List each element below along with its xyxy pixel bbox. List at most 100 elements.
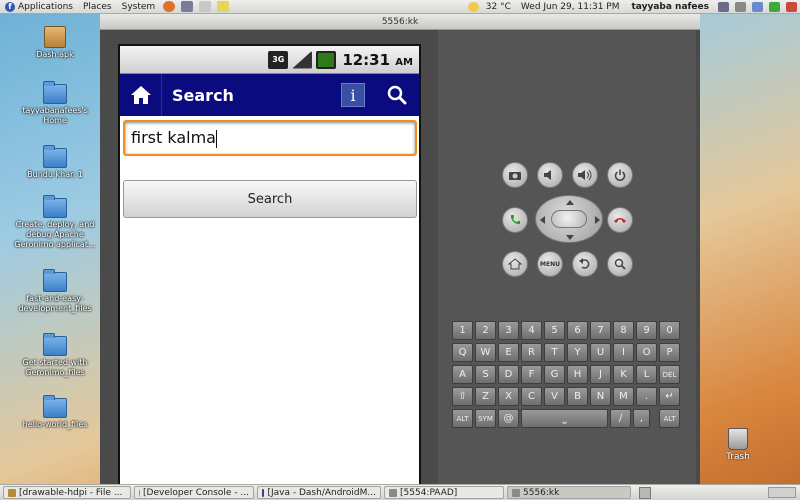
info-button[interactable]: i bbox=[341, 83, 365, 107]
key-v[interactable]: V bbox=[544, 387, 565, 406]
desktop-icon-geronimo[interactable]: Create, deploy, and debug Apache Geronim… bbox=[10, 195, 100, 250]
desktop-icon-hello-world[interactable]: hello-world_files bbox=[10, 395, 100, 430]
search-action-button[interactable] bbox=[385, 83, 409, 107]
key-c[interactable]: C bbox=[521, 387, 542, 406]
desktop-icon-fast-and-easy[interactable]: fast-and-easy-development_files bbox=[10, 269, 100, 314]
key-9[interactable]: 9 bbox=[636, 321, 657, 340]
key-p[interactable]: P bbox=[659, 343, 680, 362]
volume-icon[interactable] bbox=[735, 2, 746, 12]
key-s[interactable]: S bbox=[475, 365, 496, 384]
battery-icon[interactable] bbox=[769, 2, 780, 12]
package-icon bbox=[44, 26, 66, 48]
menu-button[interactable]: MENU bbox=[537, 251, 563, 277]
workspace-switcher[interactable] bbox=[768, 487, 796, 498]
key-f[interactable]: F bbox=[521, 365, 542, 384]
desktop-icon-dash-apk[interactable]: Dash.apk bbox=[10, 26, 100, 60]
power-icon[interactable] bbox=[786, 2, 797, 12]
desktop-icon-get-started[interactable]: Get started with Geronimo_files bbox=[10, 333, 100, 378]
key-n[interactable]: N bbox=[590, 387, 611, 406]
mail-launcher-icon[interactable] bbox=[181, 1, 194, 12]
user-name[interactable]: tayyaba nafees bbox=[625, 2, 715, 12]
key-[interactable]: @ bbox=[498, 409, 519, 428]
taskbar-item-label: [Developer Console - ... bbox=[143, 487, 249, 498]
key-[interactable]: / bbox=[610, 409, 631, 428]
home-button[interactable] bbox=[120, 74, 162, 116]
key-8[interactable]: 8 bbox=[613, 321, 634, 340]
key-m[interactable]: M bbox=[613, 387, 634, 406]
taskbar-item-developer-console[interactable]: [Developer Console - ... bbox=[134, 486, 254, 499]
places-menu[interactable]: Places bbox=[78, 0, 117, 14]
key-h[interactable]: H bbox=[567, 365, 588, 384]
firefox-launcher-icon[interactable] bbox=[163, 1, 176, 12]
key-7[interactable]: 7 bbox=[590, 321, 611, 340]
space-key[interactable]: ⎵ bbox=[521, 409, 608, 428]
desktop-icon-home[interactable]: tayyabanafees's Home bbox=[10, 81, 100, 126]
key-l[interactable]: L bbox=[636, 365, 657, 384]
desktop-icon-label: Dash.apk bbox=[36, 50, 74, 59]
home-hw-button[interactable] bbox=[502, 251, 528, 277]
key-i[interactable]: I bbox=[613, 343, 634, 362]
enter-key-icon[interactable]: ↵ bbox=[659, 387, 680, 406]
key-2[interactable]: 2 bbox=[475, 321, 496, 340]
key-3[interactable]: 3 bbox=[498, 321, 519, 340]
bluetooth-icon[interactable] bbox=[752, 2, 763, 12]
key-[interactable]: . bbox=[636, 387, 657, 406]
key-y[interactable]: Y bbox=[567, 343, 588, 362]
key-j[interactable]: J bbox=[590, 365, 611, 384]
key-g[interactable]: G bbox=[544, 365, 565, 384]
call-button[interactable] bbox=[502, 207, 528, 233]
power-button[interactable] bbox=[607, 162, 633, 188]
taskbar-item-eclipse[interactable]: [Java - Dash/AndroidM... bbox=[257, 486, 381, 499]
end-call-button[interactable] bbox=[607, 207, 633, 233]
volume-up-button[interactable] bbox=[572, 162, 598, 188]
key-o[interactable]: O bbox=[636, 343, 657, 362]
key-1[interactable]: 1 bbox=[452, 321, 473, 340]
key-x[interactable]: X bbox=[498, 387, 519, 406]
key-t[interactable]: T bbox=[544, 343, 565, 362]
key-b[interactable]: B bbox=[567, 387, 588, 406]
taskbar-item-file-manager[interactable]: [drawable-hdpi - File ... bbox=[3, 486, 131, 499]
key-[interactable]: , bbox=[633, 409, 650, 428]
desktop-icon-label: tayyabanafees's Home bbox=[22, 106, 88, 125]
key-d[interactable]: D bbox=[498, 365, 519, 384]
clock-text[interactable]: Wed Jun 29, 11:31 PM bbox=[515, 2, 626, 12]
desktop-icon-bundu-khan[interactable]: Bundu khan 1 bbox=[10, 145, 100, 180]
volume-down-button[interactable] bbox=[537, 162, 563, 188]
notes-launcher-icon[interactable] bbox=[217, 1, 230, 12]
key-z[interactable]: Z bbox=[475, 387, 496, 406]
taskbar-item-emulator-5554[interactable]: [5554:PAAD] bbox=[384, 486, 504, 499]
key-alt[interactable]: ALT bbox=[452, 409, 473, 428]
network-icon[interactable] bbox=[718, 2, 729, 12]
weather-text[interactable]: 32 °C bbox=[482, 2, 515, 12]
key-a[interactable]: A bbox=[452, 365, 473, 384]
taskbar-item-label: [drawable-hdpi - File ... bbox=[19, 487, 123, 498]
trash-applet-icon[interactable] bbox=[639, 486, 651, 499]
search-button[interactable]: Search bbox=[123, 180, 417, 218]
taskbar-item-emulator-5556[interactable]: 5556:kk bbox=[507, 486, 631, 499]
key-w[interactable]: W bbox=[475, 343, 496, 362]
key-q[interactable]: Q bbox=[452, 343, 473, 362]
key-6[interactable]: 6 bbox=[567, 321, 588, 340]
trash-icon-desktop[interactable]: Trash bbox=[722, 428, 754, 462]
key-k[interactable]: K bbox=[613, 365, 634, 384]
camera-button[interactable] bbox=[502, 162, 528, 188]
help-launcher-icon[interactable] bbox=[199, 1, 212, 12]
dpad-center-button[interactable] bbox=[551, 210, 587, 228]
key-0[interactable]: 0 bbox=[659, 321, 680, 340]
back-button[interactable] bbox=[572, 251, 598, 277]
key-sym[interactable]: SYM bbox=[475, 409, 496, 428]
applications-menu[interactable]: f Applications bbox=[0, 0, 78, 14]
key-4[interactable]: 4 bbox=[521, 321, 542, 340]
search-input[interactable]: first kalma bbox=[123, 120, 417, 156]
system-menu[interactable]: System bbox=[117, 0, 161, 14]
window-title[interactable]: 5556:kk bbox=[100, 14, 700, 30]
applications-menu-label: Applications bbox=[18, 1, 73, 12]
key-del[interactable]: DEL bbox=[659, 365, 680, 384]
key-u[interactable]: U bbox=[590, 343, 611, 362]
key-e[interactable]: E bbox=[498, 343, 519, 362]
key-alt[interactable]: ALT bbox=[659, 409, 680, 428]
key-5[interactable]: 5 bbox=[544, 321, 565, 340]
shift-key-icon[interactable]: ⇧ bbox=[452, 387, 473, 406]
search-hw-button[interactable] bbox=[607, 251, 633, 277]
key-r[interactable]: R bbox=[521, 343, 542, 362]
